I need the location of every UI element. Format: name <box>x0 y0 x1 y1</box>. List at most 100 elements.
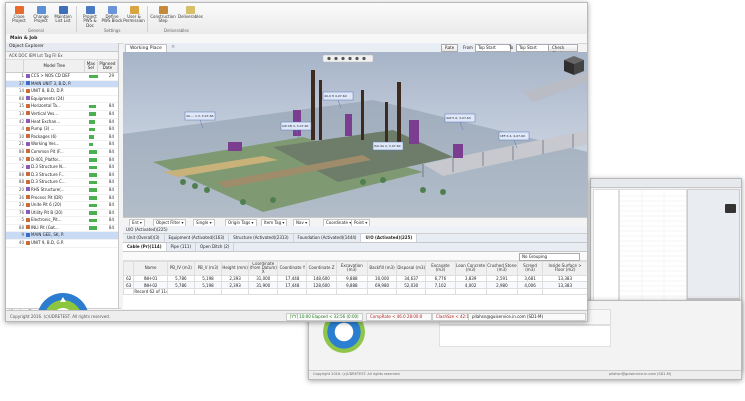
table-cell: 5,198 <box>193 281 223 289</box>
tag-callout-text: 4U-0 8 4-07-60 <box>324 94 347 98</box>
tree-row[interactable]: 88 Equipments (24) <box>6 96 118 104</box>
project-pws-button[interactable]: Project PWS & Doc <box>79 6 101 28</box>
tree-row[interactable]: 14 UNIT 8, B.D, D.P. <box>6 88 118 96</box>
table-row[interactable]: Record 62 of 114 <box>122 287 587 296</box>
tree-node-icon <box>26 126 30 131</box>
tree-row[interactable]: 4 Pump (3) ... 84 <box>6 126 118 134</box>
progress-bar <box>89 188 97 192</box>
grid-tab[interactable]: U/O (Activated)(225) <box>361 234 418 242</box>
grid-tab[interactable]: Structure (Activated)(2313) <box>229 234 294 242</box>
column-header[interactable] <box>122 261 135 276</box>
column-header[interactable]: Disposal (m3) <box>396 261 427 276</box>
tree-row[interactable]: 5 Electronic_Pit... 84 <box>6 217 118 225</box>
grid-subtab[interactable]: Cable (Pr)(114) <box>123 243 167 251</box>
progress-cell <box>88 240 100 247</box>
tree-row[interactable]: 23 Unite Pit 6 (20) 84 <box>6 202 118 210</box>
grouping-select[interactable]: No Grouping <box>519 253 580 261</box>
column-header[interactable]: Inside Surface > Floor (m2) <box>542 261 587 276</box>
progress-bar <box>89 165 97 170</box>
3d-viewport[interactable]: 4U-... 1.3, 3-07-66 IAP-CB 3, 3-07-60 4U-0… <box>123 52 588 217</box>
progress-cell <box>88 179 100 186</box>
close-tab-icon[interactable]: × <box>171 44 175 50</box>
column-header[interactable]: Screed (m3) <box>517 261 544 276</box>
progress-cell <box>88 164 100 171</box>
change-project-button[interactable]: Change Project <box>30 6 52 24</box>
tree-row-value <box>100 96 115 103</box>
planned-date-header[interactable]: Planned Date <box>98 60 118 72</box>
grid-subtab[interactable]: Open Ditch (2) <box>196 243 235 251</box>
tree-row[interactable]: 15 Horizontal Ta... 84 <box>6 103 118 111</box>
tree-row[interactable]: 9 MAIN GEE, SK, P. <box>6 232 118 241</box>
tag-callout-text: IAP-CB 3, 3-07-60 <box>282 124 308 128</box>
user-permission-button[interactable]: User & Permission <box>123 6 145 24</box>
tree-row[interactable]: 88 D.3 Structure F... 84 <box>6 172 118 180</box>
close-project-button[interactable]: Close Project <box>8 6 30 24</box>
construction-step-button[interactable]: Construction Step <box>150 6 176 24</box>
table-cell <box>248 287 279 296</box>
column-header[interactable]: Backfill (m3) <box>366 261 398 276</box>
tree-row[interactable]: 88 Common Pit (F... 84 <box>6 149 118 157</box>
tree-row[interactable]: 42 Heat Exchan... 84 <box>6 119 118 127</box>
table-cell <box>542 287 587 296</box>
define-pws-button[interactable]: Define PWS Block <box>101 6 123 24</box>
tree-row[interactable]: 36 Process Pit (DR) 84 <box>6 195 118 203</box>
column-header[interactable]: PB_IV (m3) <box>166 261 195 276</box>
tree-row[interactable]: 1 CCS > NOS CD DEF 29 <box>6 73 118 81</box>
3d-scene[interactable]: 4U-... 1.3, 3-07-66 IAP-CB 3, 3-07-60 4U-0… <box>123 52 588 217</box>
tab-working-place[interactable]: Working Place <box>125 44 167 52</box>
tree-node-label: INLI Pit (Gat... <box>31 224 59 230</box>
check-clash-button[interactable]: Check Clash <box>548 44 578 56</box>
tree-node-icon <box>26 81 30 86</box>
tree-row[interactable]: 88 INLI Pit (Gat... 84 <box>6 225 118 233</box>
table-row[interactable]: 63 INH-02 5,786 5,198 2,393 31,900 17,448 128,6… <box>122 281 587 289</box>
explorer-title: Object Explorer <box>6 43 118 52</box>
tree-row[interactable]: 2 D.3 Structure N... 84 <box>6 164 118 172</box>
grid-subtab[interactable]: Pipe (111) <box>167 243 197 251</box>
block-icon <box>107 6 117 14</box>
tree-row-value <box>100 232 115 239</box>
table-cell: 148,600 <box>306 274 337 283</box>
table-cell: 31,000 <box>248 274 279 283</box>
grid-tab[interactable]: Equipment (Activated)(163) <box>165 234 230 242</box>
table-cell: 69,980 <box>366 281 398 289</box>
column-header[interactable]: Crushed Stone (m3) <box>485 261 519 276</box>
model-tree-header[interactable]: Model Tree <box>24 60 86 72</box>
from-select[interactable]: Top Start <box>475 44 511 52</box>
view-cube-icon[interactable] <box>564 56 584 75</box>
tree-node-icon <box>26 179 30 184</box>
column-header[interactable]: Excavate (m3) <box>425 261 456 276</box>
tree-row[interactable]: 97 D-401_Platfor... 84 <box>6 157 118 165</box>
tree-node-icon <box>26 103 30 108</box>
grid-tab[interactable]: Foundation (Activated)(1444) <box>294 234 362 242</box>
tree-row[interactable]: 21 Working Ves... 84 <box>6 141 118 149</box>
tree-row[interactable]: 40 UNIT 9, B.D, G.P. <box>6 240 118 248</box>
tree-row[interactable]: 20 RHS Structure(... 84 <box>6 187 118 195</box>
status-header[interactable]: Max Sel <box>85 60 98 72</box>
tree-node-icon <box>26 73 30 78</box>
table-cell: 17,448 <box>277 281 308 289</box>
viewport-toolbar[interactable] <box>322 54 374 63</box>
column-header[interactable]: Name <box>133 261 168 276</box>
table-row[interactable]: 62 INH-01 5,786 5,198 2,393 31,000 17,448 148,6… <box>122 274 587 283</box>
deliverables-button[interactable]: Deliverables <box>178 6 203 19</box>
tree-row[interactable]: 10 Packages (6) 84 <box>6 134 118 142</box>
column-header[interactable]: Height (mm) <box>220 261 250 276</box>
column-header[interactable]: Excavation (m3) <box>335 261 368 276</box>
tree-row[interactable]: 88 D.3 Structure C... 84 <box>6 179 118 187</box>
column-header[interactable]: PB_V (m3) <box>193 261 223 276</box>
column-header[interactable]: Coordinate Z <box>306 261 337 276</box>
tree-row-value <box>100 240 115 247</box>
tree-node-label: Pump (3) ... <box>31 126 55 132</box>
table-cell <box>517 287 544 296</box>
column-header[interactable]: Coordinate (from Datum) X <box>248 261 279 276</box>
maintain-list-button[interactable]: Maintain List List <box>52 6 74 24</box>
rate-button[interactable]: Rate <box>441 44 459 52</box>
to-select[interactable]: Top Start <box>516 44 550 52</box>
tree-row[interactable]: 37 MAIN UNIT 3, B.D, P. <box>6 80 118 89</box>
tree-row[interactable]: 76 Utility Pit B (20) 84 <box>6 210 118 218</box>
column-header[interactable]: Coordinate Y <box>277 261 308 276</box>
explorer-toolbar[interactable]: ACK DOC IEM Lst Tag Fil Ex <box>6 52 118 60</box>
column-header[interactable]: Lean Concrete (m3) <box>454 261 487 276</box>
grid-tab[interactable]: Unit (Overall)(3) <box>123 234 165 242</box>
tree-row[interactable]: 13 Vertical Ves... 84 <box>6 111 118 119</box>
